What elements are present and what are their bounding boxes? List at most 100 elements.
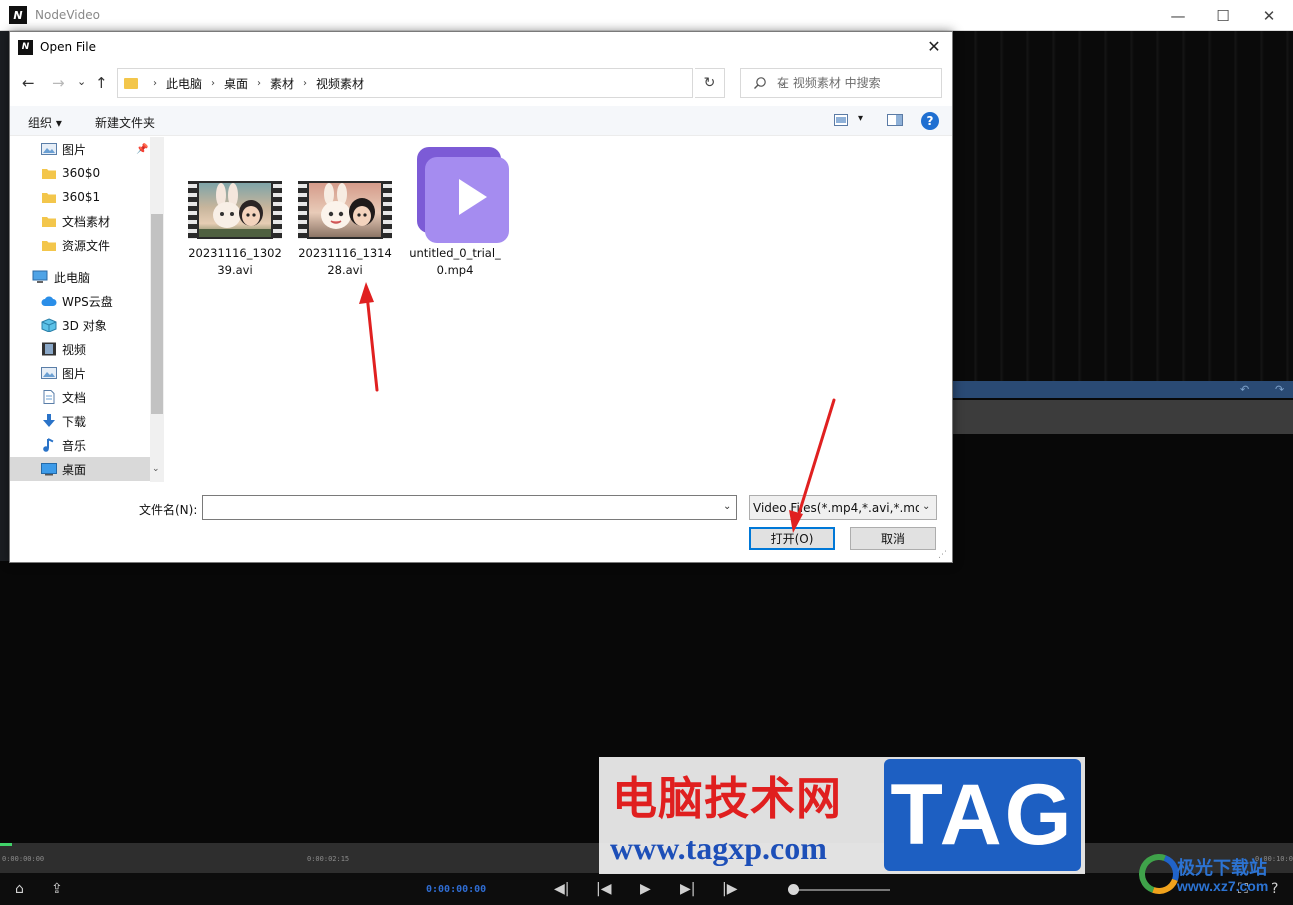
chevron-right-icon: ›: [153, 77, 157, 89]
nav-item-this-pc[interactable]: 此电脑: [10, 265, 150, 289]
filename-input[interactable]: [203, 496, 708, 519]
nav-item-label: WPS云盘: [62, 294, 113, 309]
nav-item-folder[interactable]: 文档素材: [10, 209, 150, 233]
nav-item-documents[interactable]: 文档: [10, 385, 150, 409]
music-icon: [43, 438, 54, 452]
back-arrow-icon[interactable]: ←: [22, 74, 35, 92]
dialog-close-button[interactable]: ✕: [924, 37, 944, 57]
previous-icon[interactable]: |◀: [596, 879, 611, 899]
file-name: 20231116_131428.avi: [298, 246, 392, 277]
download-icon: [43, 414, 55, 427]
refresh-button[interactable]: ↻: [695, 68, 725, 98]
dialog-titlebar[interactable]: N Open File ✕: [10, 32, 952, 62]
watermark-title: 电脑技术网: [612, 772, 843, 825]
folder-icon: [42, 241, 56, 251]
view-dropdown-icon[interactable]: ▾: [858, 113, 863, 124]
next-icon[interactable]: ▶|: [680, 879, 695, 899]
track-band: [952, 400, 1293, 434]
redo-icon[interactable]: ↷: [1275, 381, 1284, 398]
forward-arrow-icon[interactable]: →: [52, 74, 65, 92]
view-options-icon[interactable]: [834, 114, 848, 129]
export-icon[interactable]: ⇪: [51, 879, 63, 899]
resize-grip-icon[interactable]: ⋰: [938, 550, 947, 560]
chevron-down-icon[interactable]: ⌄: [922, 501, 930, 512]
breadcrumb-video-materials[interactable]: 视频素材: [316, 75, 364, 92]
nav-item-3d-objects[interactable]: 3D 对象: [10, 313, 150, 337]
open-button[interactable]: 打开(O): [749, 527, 835, 550]
nav-item-folder[interactable]: 360$0: [10, 161, 150, 185]
preview-pane-icon[interactable]: [887, 114, 903, 129]
search-box[interactable]: [740, 68, 942, 98]
volume-slider-track[interactable]: [798, 889, 890, 891]
nav-item-downloads[interactable]: 下载: [10, 409, 150, 433]
file-item[interactable]: 20231116_130239.avi: [185, 181, 285, 321]
file-name: 20231116_130239.avi: [188, 246, 282, 277]
nav-item-folder[interactable]: 360$1: [10, 185, 150, 209]
folder-icon: [42, 169, 56, 179]
nav-item-label: 图片: [62, 142, 87, 157]
scroll-down-icon[interactable]: ⌄: [152, 464, 160, 474]
file-name: untitled_0_trial_0.mp4: [409, 246, 501, 277]
home-icon[interactable]: ⌂: [15, 879, 24, 899]
thumbnail-image: [199, 183, 271, 237]
nav-scrollbar-thumb[interactable]: [151, 214, 163, 414]
watermark-url: www.tagxp.com: [610, 830, 827, 866]
chevron-down-icon[interactable]: ⌄: [723, 501, 731, 512]
video-thumbnail: [188, 181, 282, 239]
step-back-icon[interactable]: ◀|: [554, 879, 569, 899]
address-bar[interactable]: › 此电脑 › 桌面 › 素材 › 视频素材 ⌄: [117, 68, 786, 98]
video-thumbnail: [298, 181, 392, 239]
file-type-select[interactable]: Video Files(*.mp4,*.avi,*.mov ⌄: [749, 495, 937, 520]
nav-item-folder[interactable]: 资源文件: [10, 233, 150, 257]
file-item[interactable]: untitled_0_trial_0.mp4: [405, 143, 509, 283]
nav-item-pictures[interactable]: 图片: [10, 361, 150, 385]
cube-icon: [41, 318, 57, 332]
nav-item-label: 音乐: [62, 438, 87, 453]
search-input[interactable]: [777, 76, 937, 90]
close-app-button[interactable]: ✕: [1246, 0, 1292, 31]
filename-label: 文件名(N):: [139, 503, 198, 517]
file-item[interactable]: 20231116_131428.avi: [295, 181, 395, 321]
organize-menu[interactable]: 组织 ▾: [28, 114, 62, 131]
up-arrow-icon[interactable]: ↑: [95, 74, 108, 92]
breadcrumb-desktop[interactable]: 桌面: [224, 75, 248, 92]
breadcrumb-this-pc[interactable]: 此电脑: [166, 75, 202, 92]
nav-item-desktop[interactable]: 桌面: [10, 457, 150, 481]
nav-item-label: 资源文件: [62, 238, 111, 253]
folder-icon: [42, 193, 56, 203]
nav-item-videos[interactable]: 视频: [10, 337, 150, 361]
video-icon: [42, 342, 56, 356]
recent-locations-icon[interactable]: ⌄: [77, 73, 86, 91]
nav-item-label: 360$0: [62, 166, 101, 180]
watermark-site2-title: 极光下载站: [1177, 858, 1267, 879]
folder-icon: [124, 77, 138, 89]
nodevideo-logo-icon: N: [18, 39, 33, 55]
ruler-tick: 0:00:02:15: [307, 855, 350, 863]
play-icon[interactable]: ▶: [640, 879, 651, 899]
breadcrumb-materials[interactable]: 素材: [270, 75, 294, 92]
nav-item-pictures-quick[interactable]: 图片 📌: [10, 137, 150, 161]
timecode-display: 0:00:00:00: [426, 884, 487, 895]
thumbnail-image: [309, 183, 381, 237]
help-icon[interactable]: ?: [921, 112, 939, 130]
undo-icon[interactable]: ↶: [1240, 381, 1249, 398]
nav-item-music[interactable]: 音乐: [10, 433, 150, 457]
nav-item-label: 360$1: [62, 190, 101, 204]
film-strip-edge: [273, 181, 282, 239]
cancel-button[interactable]: 取消: [850, 527, 936, 550]
volume-slider-knob[interactable]: [788, 884, 799, 895]
maximize-button[interactable]: ☐: [1200, 0, 1246, 31]
video-preview-area: [952, 31, 1293, 381]
nav-item-label: 视频: [62, 342, 87, 357]
film-strip-edge: [298, 181, 307, 239]
desktop-icon: [41, 463, 57, 476]
step-forward-icon[interactable]: |▶: [722, 879, 737, 899]
pin-icon[interactable]: 📌: [136, 144, 148, 155]
file-list[interactable]: 20231116_130239.avi 20231116_131428.avi …: [165, 137, 951, 482]
nav-item-wps-cloud[interactable]: WPS云盘: [10, 289, 150, 313]
new-folder-button[interactable]: 新建文件夹: [95, 114, 155, 131]
filename-combobox[interactable]: ⌄: [202, 495, 737, 520]
watermark-tag-logo: TAG: [884, 759, 1081, 871]
nav-item-label: 桌面: [62, 462, 87, 477]
minimize-button[interactable]: —: [1155, 0, 1201, 31]
